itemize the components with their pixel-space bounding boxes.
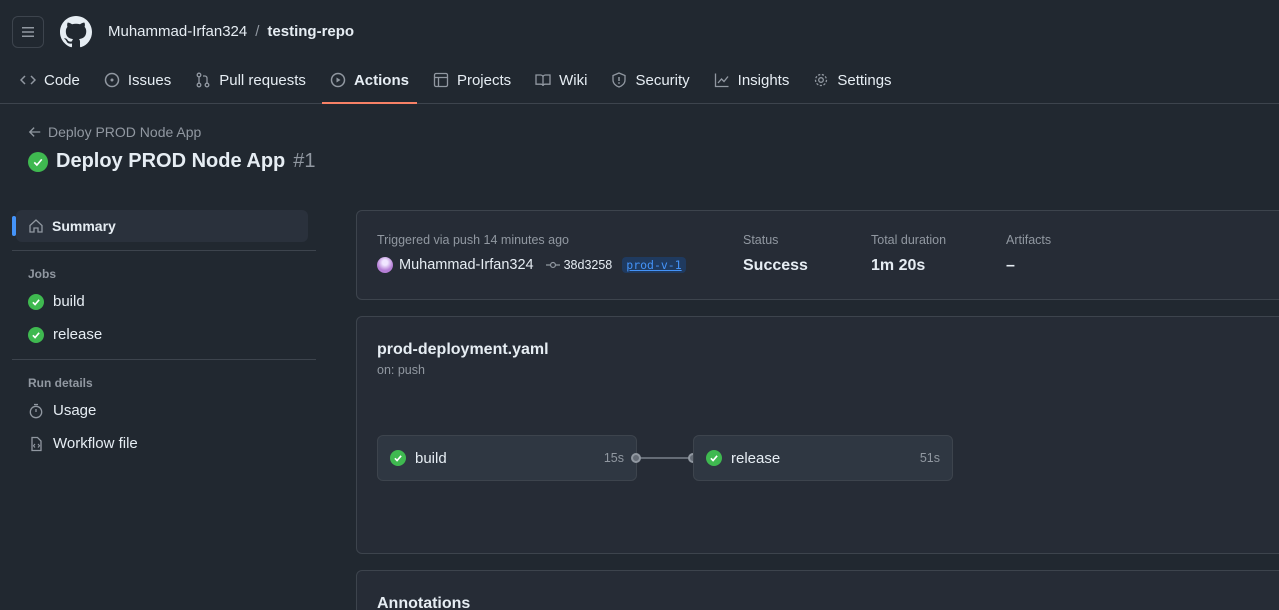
tab-actions[interactable]: Actions [321,64,417,104]
trigger-text: Triggered via push 14 minutes ago [377,233,570,247]
book-icon [535,74,551,87]
actor-name[interactable]: Muhammad-Irfan324 [399,257,534,273]
sidebar-item-label: Summary [52,218,116,234]
job-node-build[interactable]: build 15s [377,435,637,481]
job-duration: 15s [603,451,624,465]
file-code-icon [31,436,42,451]
annotations-title: Annotations [377,595,471,610]
sidebar-item-release[interactable]: release [12,318,316,351]
run-title-text: Deploy PROD Node App [56,150,286,172]
check-circle-icon [28,293,44,310]
tab-insights[interactable]: Insights [706,64,798,96]
graph-icon [714,73,729,88]
run-number: #1 [293,150,316,172]
job-duration: 51s [919,451,940,465]
tab-label: Security [635,71,690,89]
commit[interactable]: 38d3258 [545,258,613,272]
table-icon [433,72,449,88]
job-name: build [415,449,447,467]
tab-label: Projects [456,71,512,89]
tab-security[interactable]: Security [603,64,697,96]
tab-code[interactable]: Code [12,64,88,96]
breadcrumb-separator: / [255,23,260,40]
workflow-file-name: prod-deployment.yaml [377,341,549,358]
repo-link[interactable]: testing-repo [267,22,354,42]
gear-icon [815,73,828,87]
tab-label: Wiki [559,71,588,89]
commit-sha: 38d3258 [563,258,613,272]
breadcrumb: Muhammad-Irfan324 / testing-repo [108,22,354,42]
run-details-heading: Run details [28,376,93,390]
tab-settings[interactable]: Settings [805,64,899,96]
status-value: Success [743,257,808,274]
connector-dot [631,453,641,463]
shield-icon [612,72,627,88]
owner-link[interactable]: Muhammad-Irfan324 [108,22,247,42]
duration-label: Total duration [871,233,947,247]
tab-label: Actions [353,71,409,89]
job-name: release [731,449,781,467]
code-icon [20,75,36,85]
arrow-left-icon [28,127,41,137]
repo-header: Muhammad-Irfan324 / testing-repo Code Is… [0,0,1279,104]
tab-label: Pull requests [219,71,306,89]
jobs-heading: Jobs [28,267,57,281]
menu-button[interactable] [12,16,44,48]
tab-label: Settings [837,71,892,89]
artifacts-label: Artifacts [1006,233,1052,247]
github-logo-icon[interactable] [60,16,92,48]
sidebar-item-build[interactable]: build [12,285,316,318]
check-circle-icon [390,450,406,466]
stopwatch-icon [29,403,43,418]
sidebar-item-summary[interactable]: Summary [12,210,308,242]
workflow-trigger: on: push [377,363,425,377]
tab-pull-requests[interactable]: Pull requests [187,64,314,96]
actor: Muhammad-Irfan324 38d3258 prod-v-1 [377,257,686,273]
annotations-panel: Annotations [356,570,1279,610]
home-icon [29,219,43,233]
avatar[interactable] [377,257,393,273]
artifacts-value: – [1006,257,1015,274]
job-node-release[interactable]: release 51s [693,435,953,481]
back-link[interactable]: Deploy PROD Node App [28,124,201,140]
sidebar-item-usage[interactable]: Usage [12,394,316,427]
run-summary-panel: Triggered via push 14 minutes ago Muhamm… [356,210,1279,300]
run-sidebar: Summary Jobs build release Run details U… [12,210,316,460]
sidebar-item-label: release [53,326,103,343]
sidebar-item-workflow-file[interactable]: Workflow file [12,427,316,460]
job-connector [637,457,693,459]
workflow-graph-panel: prod-deployment.yaml on: push build 15s … [356,316,1279,554]
sidebar-item-label: build [53,293,85,310]
hamburger-icon [22,27,34,37]
back-link-label: Deploy PROD Node App [48,124,202,140]
check-circle-icon [706,450,722,466]
duration-value: 1m 20s [871,257,926,274]
branch-tag[interactable]: prod-v-1 [622,257,686,273]
issue-icon [104,72,120,88]
tab-label: Code [44,71,80,89]
sidebar-item-label: Usage [53,402,97,419]
tab-projects[interactable]: Projects [425,64,519,96]
status-label: Status [743,233,779,247]
tab-label: Issues [127,71,172,89]
repo-nav: Code Issues Pull requests Actions Projec… [12,64,908,104]
tab-wiki[interactable]: Wiki [527,64,595,96]
sidebar-item-label: Workflow file [53,435,138,452]
play-icon [330,72,346,88]
page-title: Deploy PROD Node App #1 [28,150,316,173]
tab-issues[interactable]: Issues [96,64,179,96]
pull-request-icon [196,72,210,88]
git-commit-icon [545,261,560,269]
check-circle-icon [28,326,44,343]
tab-label: Insights [737,71,790,89]
check-circle-icon [28,151,48,172]
